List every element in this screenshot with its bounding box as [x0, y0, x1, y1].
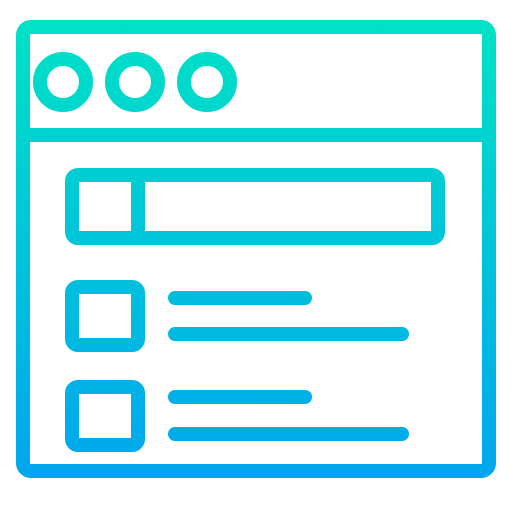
browser-window-icon-canvas	[0, 0, 512, 512]
list-item	[65, 380, 409, 452]
browser-window-frame	[16, 20, 496, 478]
list-item	[65, 280, 409, 352]
list-item-thumbnail	[65, 280, 145, 352]
window-dot-icon	[105, 52, 165, 112]
search-bar-outline	[65, 168, 445, 245]
window-dot-icon	[177, 52, 237, 112]
window-dot-icon	[33, 52, 93, 112]
list-item-thumbnail	[65, 380, 145, 452]
search-bar	[65, 168, 445, 245]
web-browser-list-layout-icon	[16, 20, 496, 478]
window-controls	[33, 52, 237, 112]
